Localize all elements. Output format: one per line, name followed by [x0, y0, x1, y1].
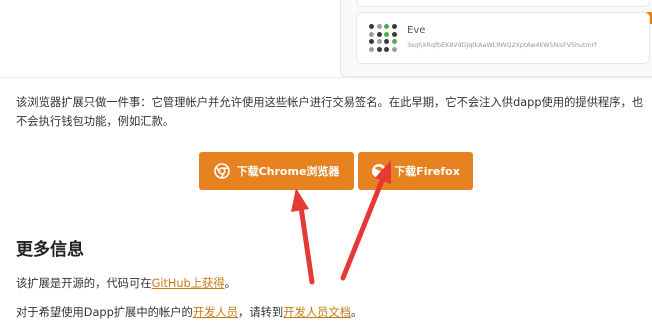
identicon-dot — [369, 39, 374, 44]
annotation-arrow-chrome — [291, 188, 315, 285]
previous-account-card — [356, 0, 650, 7]
developers-link[interactable]: 开发人员 — [193, 306, 238, 319]
more-info-heading: 更多信息 — [16, 240, 84, 260]
chrome-icon — [213, 163, 230, 179]
identicon-dot — [369, 31, 374, 37]
intro-paragraph: 该浏览器扩展只做一件事：它管理帐户并允许使用这些帐户进行交易签名。在此早期，它不… — [16, 96, 644, 128]
download-firefox-button[interactable]: 下载Firefox — [358, 152, 473, 190]
identicon-dot — [384, 39, 389, 44]
identicon-dot — [384, 24, 389, 29]
firefox-icon — [371, 163, 387, 179]
identicon-dot — [376, 31, 382, 37]
identicon-avatar — [369, 24, 397, 52]
identicon-dot — [376, 24, 382, 29]
identicon-dot — [376, 39, 382, 44]
identicon-dot — [376, 46, 382, 52]
identicon-dot — [384, 46, 389, 52]
open-source-text: 该扩展是开源的，代码可在 — [16, 277, 152, 290]
identicon-dot — [391, 24, 397, 29]
section-divider — [0, 77, 652, 78]
account-card[interactable]: Eve 3sqhXRqfbEK8VdDjqtkAaWLRWQ2XptAw4kW5… — [356, 12, 650, 64]
account-name: Eve — [407, 25, 426, 36]
github-link[interactable]: GitHub上获得 — [152, 277, 225, 290]
developer-paragraph: 对于希望使用Dapp扩展中的帐户的开发人员，请转到开发人员文档。 — [16, 304, 362, 320]
identicon-dot — [391, 46, 397, 52]
identicon-dot — [391, 31, 397, 37]
download-firefox-label: 下载Firefox — [394, 165, 460, 178]
identicon-dot — [384, 31, 389, 37]
account-address: 3sqhXRqfbEK8VdDjqtkAaWLRWQ2XptAw4kW5NisF… — [407, 42, 597, 49]
open-source-paragraph: 该扩展是开源的，代码可在GitHub上获得。 — [16, 275, 236, 291]
developer-text: 对于希望使用Dapp扩展中的帐户的 — [16, 306, 193, 319]
identicon-dot — [391, 39, 397, 44]
developer-suffix: 。 — [351, 306, 363, 319]
accounts-panel: Eve 3sqhXRqfbEK8VdDjqtkAaWLRWQ2XptAw4kW5… — [340, 0, 652, 77]
download-chrome-label: 下载Chrome浏览器 — [236, 165, 340, 178]
identicon-dot — [369, 24, 374, 29]
developer-middle-text: ，请转到 — [238, 306, 284, 319]
download-chrome-button[interactable]: 下载Chrome浏览器 — [199, 152, 354, 190]
identicon-dot — [369, 46, 374, 52]
open-source-suffix: 。 — [224, 277, 236, 290]
developer-docs-link[interactable]: 开发人员文档 — [283, 306, 351, 319]
